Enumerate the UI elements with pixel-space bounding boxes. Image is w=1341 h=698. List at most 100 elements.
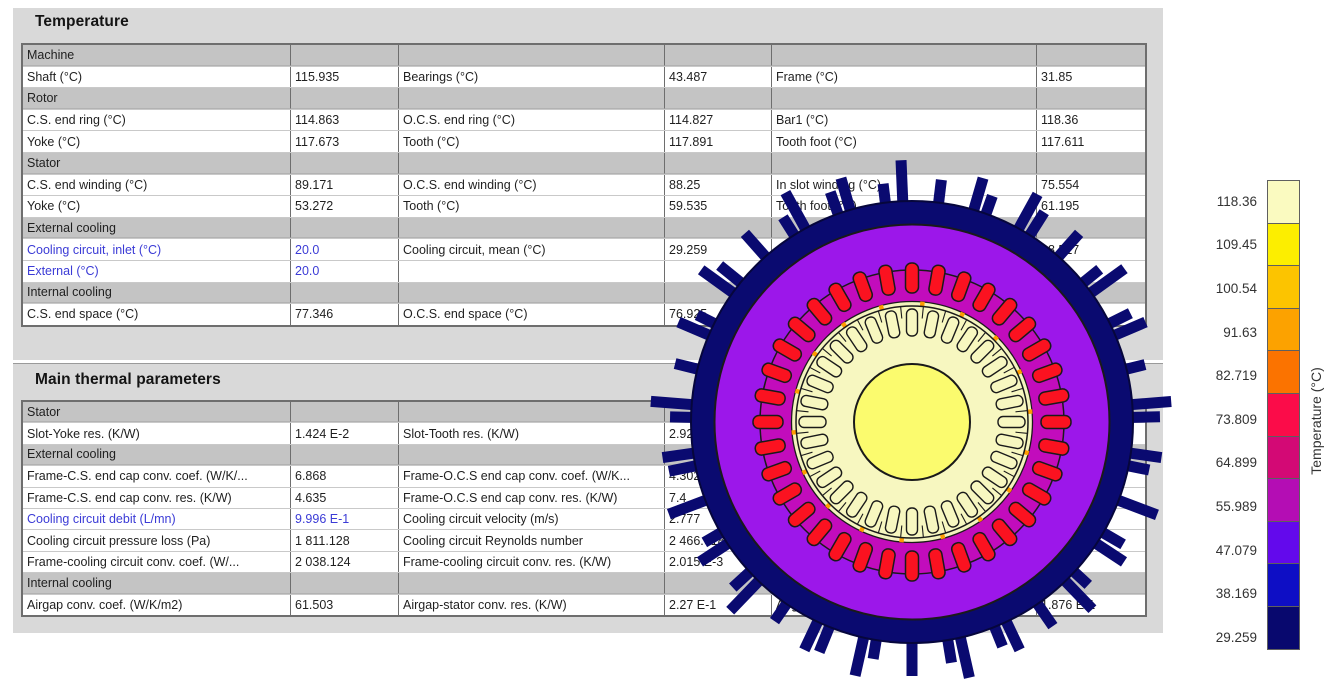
section-row: Machine (23, 45, 1145, 67)
cell-value: 31.85 (1037, 67, 1145, 88)
rotor-bar (907, 309, 918, 336)
cell-label: External (°C) (23, 261, 291, 282)
cell-label: Frame-C.S. end cap conv. res. (K/W) (23, 488, 291, 508)
section-cell (399, 445, 665, 465)
motor-cross-section-view[interactable] (648, 158, 1176, 686)
section-cell (399, 218, 665, 239)
cell-label: Bar1 (°C) (772, 110, 1037, 131)
section-cell (772, 88, 1037, 109)
section-cell (291, 45, 399, 66)
section-cell (291, 88, 399, 109)
cell-label: Cooling circuit, inlet (°C) (23, 239, 291, 260)
cell-label: Frame (°C) (772, 67, 1037, 88)
cell-label: Tooth foot (°C) (772, 131, 1037, 152)
section-cell (399, 153, 665, 174)
section-cell (399, 45, 665, 66)
cell-value: 117.891 (665, 131, 772, 152)
section-cell (1037, 88, 1145, 109)
section-cell (772, 45, 1037, 66)
rotor-bar (998, 417, 1025, 428)
section-label: Stator (23, 153, 291, 174)
cell-label: Slot-Tooth res. (K/W) (399, 423, 665, 443)
cell-value: 4.635 (291, 488, 399, 508)
cell-label: Yoke (°C) (23, 131, 291, 152)
cell-label: C.S. end space (°C) (23, 304, 291, 325)
airgap-marker-dot (920, 301, 925, 306)
colorbar-block (1267, 436, 1300, 480)
section-cell (291, 218, 399, 239)
airgap-marker-dot (1028, 409, 1033, 414)
stator-winding-slot (906, 551, 919, 581)
cell-label: Cooling circuit debit (L/mn) (23, 509, 291, 529)
cell-label: Tooth (°C) (399, 131, 665, 152)
cell-value: 114.863 (291, 110, 399, 131)
cell-value[interactable]: 20.0 (291, 239, 399, 260)
shaft (854, 364, 970, 480)
colorbar-block (1267, 308, 1300, 352)
cell-label: Bearings (°C) (399, 67, 665, 88)
temperature-section-title: Temperature (35, 13, 129, 31)
stator-winding-slot (906, 263, 919, 293)
cell-label: Shaft (°C) (23, 67, 291, 88)
cell-label (399, 261, 665, 282)
cell-value: 6.868 (291, 466, 399, 486)
stator-winding-slot (753, 416, 783, 429)
cell-label: Tooth (°C) (399, 196, 665, 217)
rotor-bar (907, 508, 918, 535)
cell-value[interactable]: 20.0 (291, 261, 399, 282)
cell-label: C.S. end ring (°C) (23, 110, 291, 131)
section-row: Rotor (23, 88, 1145, 110)
thermal-section-title: Main thermal parameters (35, 371, 221, 389)
cell-label: Yoke (°C) (23, 196, 291, 217)
colorbar-block (1267, 180, 1300, 224)
cell-label: Cooling circuit pressure loss (Pa) (23, 530, 291, 550)
colorbar-block (1267, 393, 1300, 437)
section-label: Machine (23, 45, 291, 66)
colorbar-axis-label: Temperature (°C) (1308, 367, 1324, 475)
stator-winding-slot (1041, 416, 1071, 429)
colorbar-block (1267, 223, 1300, 267)
cell-value: 114.827 (665, 110, 772, 131)
cell-value: 43.487 (665, 67, 772, 88)
cell-label: Airgap-stator conv. res. (K/W) (399, 595, 665, 615)
colorbar-block (1267, 265, 1300, 309)
cell-label: C.S. end winding (°C) (23, 175, 291, 196)
cell-label: Frame-cooling circuit conv. res. (K/W) (399, 552, 665, 572)
section-label: External cooling (23, 218, 291, 239)
section-cell (291, 283, 399, 304)
cell-value: 1.424 E-2 (291, 423, 399, 443)
section-cell (665, 45, 772, 66)
cell-label: Slot-Yoke res. (K/W) (23, 423, 291, 443)
section-cell (665, 88, 772, 109)
section-cell (399, 573, 665, 593)
cell-label: O.C.S. end ring (°C) (399, 110, 665, 131)
cell-label: O.C.S. end space (°C) (399, 304, 665, 325)
cell-value: 2 038.124 (291, 552, 399, 572)
cell-value: 117.611 (1037, 131, 1145, 152)
section-cell (399, 283, 665, 304)
section-label: Internal cooling (23, 573, 291, 593)
cell-value: 117.673 (291, 131, 399, 152)
cell-value: 53.272 (291, 196, 399, 217)
cell-value[interactable]: 9.996 E-1 (291, 509, 399, 529)
cell-label: O.C.S. end winding (°C) (399, 175, 665, 196)
cell-label: Cooling circuit, mean (°C) (399, 239, 665, 260)
colorbar-block (1267, 606, 1300, 650)
section-cell (291, 153, 399, 174)
cell-value: 118.36 (1037, 110, 1145, 131)
colorbar-block (1267, 521, 1300, 565)
section-label: Stator (23, 402, 291, 422)
table-row: Shaft (°C)115.935Bearings (°C)43.487Fram… (23, 67, 1145, 89)
cell-label: Frame-O.C.S end cap conv. res. (K/W) (399, 488, 665, 508)
airgap-marker-dot (899, 538, 904, 543)
cell-value: 1 811.128 (291, 530, 399, 550)
section-cell (399, 402, 665, 422)
section-label: External cooling (23, 445, 291, 465)
section-cell (291, 402, 399, 422)
section-cell (291, 573, 399, 593)
rotor-bar (799, 417, 826, 428)
colorbar-block (1267, 563, 1300, 607)
colorbar-block (1267, 478, 1300, 522)
cell-label: Cooling circuit velocity (m/s) (399, 509, 665, 529)
cell-label: Airgap conv. coef. (W/K/m2) (23, 595, 291, 615)
